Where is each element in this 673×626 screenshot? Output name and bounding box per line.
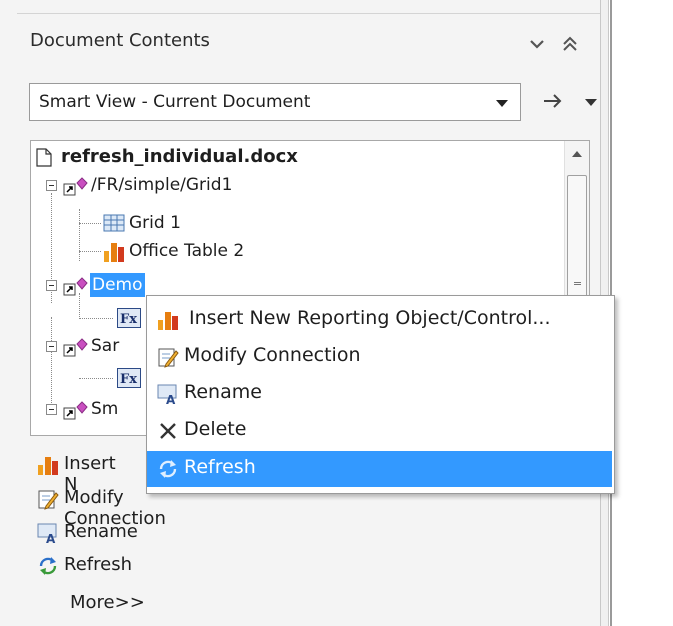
dropdown-arrow-icon: [496, 100, 508, 107]
chart-icon: [158, 312, 178, 330]
tree-item-label: Demo: [90, 273, 145, 297]
view-selector-value: Smart View - Current Document: [39, 92, 311, 112]
panel-top-border: [17, 0, 600, 14]
task-label: Refresh: [64, 554, 132, 575]
ctx-item-label: Rename: [184, 381, 262, 403]
tree-item-demo[interactable]: Demo: [31, 273, 551, 297]
tree-item-connection[interactable]: /FR/simple/Grid1: [31, 173, 551, 197]
tree-item-office-table[interactable]: Office Table 2: [31, 239, 551, 263]
arrow-right-icon[interactable]: [541, 90, 565, 112]
connection-icon: [63, 338, 88, 357]
tree-item-label: Sar: [91, 336, 120, 356]
scroll-up-icon[interactable]: [572, 151, 582, 157]
chart-icon: [38, 457, 58, 475]
chart-icon: [104, 243, 124, 262]
ctx-item-delete[interactable]: Delete: [147, 413, 612, 449]
rename-icon: A: [37, 523, 57, 544]
connection-icon: [63, 401, 88, 420]
ctx-item-label: Refresh: [184, 456, 256, 478]
refresh-icon: [159, 460, 177, 478]
collapse-icon[interactable]: [46, 341, 57, 352]
ctx-item-refresh[interactable]: Refresh: [147, 451, 612, 487]
view-selector-dropdown[interactable]: Smart View - Current Document: [29, 83, 521, 121]
x-icon: [160, 423, 176, 439]
tree-item-label: /FR/simple/Grid1: [91, 175, 233, 195]
ctx-item-rename[interactable]: A Rename: [147, 376, 612, 412]
svg-text:A: A: [46, 532, 56, 544]
context-menu: Insert New Reporting Object/Control... M…: [146, 295, 615, 494]
ctx-item-label: Insert New Reporting Object/Control...: [189, 307, 551, 329]
view-menu-arrow-icon[interactable]: [585, 99, 597, 106]
svg-text:Fx: Fx: [120, 312, 137, 327]
grid-icon: [103, 214, 125, 232]
tree-item-label: Grid 1: [129, 213, 181, 233]
task-label: Rename: [64, 521, 138, 542]
rename-icon: A: [157, 384, 177, 405]
connection-icon: [63, 277, 88, 296]
svg-text:Fx: Fx: [120, 372, 137, 387]
connection-icon: [63, 177, 88, 196]
edit-icon: [38, 490, 59, 510]
tree-item-label: Office Table 2: [129, 241, 245, 261]
double-chevron-up-icon[interactable]: [560, 34, 580, 54]
ctx-item-label: Modify Connection: [184, 344, 361, 366]
tree-root-row[interactable]: refresh_individual.docx: [31, 145, 551, 169]
tree-connector: [51, 317, 52, 405]
scrollbar-grip: [574, 282, 581, 285]
tree-root-label: refresh_individual.docx: [61, 146, 298, 167]
chevron-down-icon[interactable]: [527, 34, 547, 54]
tree-item-label: Sm: [91, 399, 119, 419]
edit-icon: [158, 348, 179, 368]
ctx-item-modify-connection[interactable]: Modify Connection: [147, 339, 612, 375]
collapse-icon[interactable]: [46, 280, 57, 291]
tree-item-grid[interactable]: Grid 1: [31, 211, 551, 235]
svg-text:A: A: [166, 393, 176, 405]
fx-icon: Fx: [117, 308, 141, 328]
collapse-icon[interactable]: [46, 180, 57, 191]
fx-icon: Fx: [117, 368, 141, 388]
document-icon: [36, 148, 52, 167]
more-link[interactable]: More>>: [70, 592, 145, 613]
ctx-item-label: Delete: [184, 418, 247, 440]
refresh-icon: [39, 557, 57, 575]
ctx-item-insert-new[interactable]: Insert New Reporting Object/Control...: [147, 302, 612, 338]
panel-title: Document Contents: [30, 30, 210, 51]
collapse-icon[interactable]: [46, 404, 57, 415]
